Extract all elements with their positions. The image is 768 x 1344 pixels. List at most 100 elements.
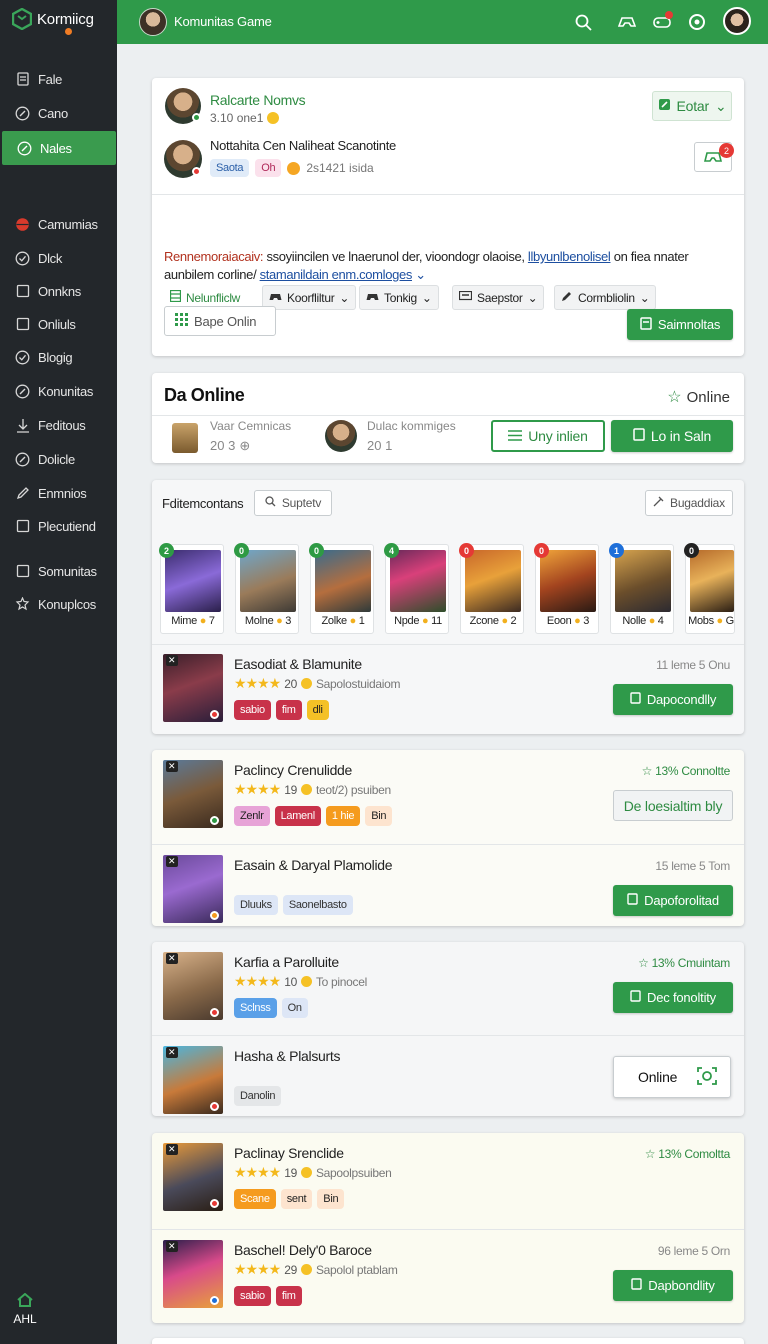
sidebar-item[interactable]: Cano [0,96,117,130]
game-tile[interactable]: 0 Zolke ● 1 [309,543,374,634]
game-row[interactable]: ✕ Karfia a Parolluite ★★★★ 10 To pinocel Scln… [152,942,744,1034]
sidebar-item[interactable]: Enmnios [0,476,117,510]
game-tag[interactable]: Scane [234,1189,276,1209]
filter-chip[interactable]: Cormbliolin ⌄ [554,285,657,310]
sidebar-item[interactable]: Konuplcos [0,587,117,621]
game-row[interactable]: ✕ Easodiat & Blamunite ★★★★ 20 Sapolostuidai… [152,644,744,734]
filter-button[interactable]: Bugaddiax [645,490,733,516]
sidebar-footer[interactable]: AHL [12,1292,38,1326]
game-tile[interactable]: 2 Mime ● 7 [159,543,224,634]
game-action-button[interactable]: Dec fonoltity [613,982,733,1013]
game-tag[interactable]: 1 hie [325,806,361,826]
sidebar-item[interactable]: Dolicle [0,442,117,476]
game-tile[interactable]: 4 Npde ● 11 [384,543,449,634]
game-title[interactable]: Paclinay Srenclide [234,1145,344,1161]
chevron-down-icon[interactable]: ⌄ [412,267,426,282]
game-tag[interactable]: fim [275,700,302,720]
post-tag[interactable]: Oh [255,159,282,177]
sidebar-item[interactable]: Fale [0,62,117,96]
game-title[interactable]: Hasha & Plalsurts [234,1048,340,1064]
game-tile[interactable]: 1 Nolle ● 4 [609,543,674,634]
post-tag[interactable]: Saota [210,159,250,177]
filter-chip[interactable]: Saepstor ⌄ [452,285,545,310]
close-icon[interactable]: ✕ [166,1241,178,1252]
game-row[interactable]: ✕ Hasha & Plalsurts Danolin Online [152,1036,744,1116]
sidebar-item[interactable]: Plecutiend [0,509,117,543]
game-subtitle: Sapoolpsuiben [315,1165,392,1180]
game-row[interactable]: ✕ Easain & Daryal Plamolide Dluuks Saonelba… [152,845,744,926]
game-tile[interactable]: 0 Molne ● 3 [234,543,299,634]
close-icon[interactable]: ✕ [166,761,178,772]
game-action-button[interactable]: Dapocondlly [613,684,733,715]
grid-icon [169,289,182,305]
user-avatar[interactable] [325,420,357,452]
game-tag[interactable]: fim [275,1286,302,1306]
close-icon[interactable]: ✕ [166,655,178,666]
sidebar: Kormiicg Fale Cano Nales Camumias Dlck Onnkns… [0,0,117,1344]
game-action-button[interactable]: Dapoforolitad [613,885,733,916]
game-tag[interactable]: Danolin [234,1086,282,1106]
game-action-button[interactable]: De loesialtim bly [613,790,733,821]
login-button[interactable]: Lo in Saln [611,420,733,452]
sidebar-item[interactable]: Feditous [0,408,117,442]
game-title[interactable]: Easain & Daryal Plamolide [234,857,393,873]
close-icon[interactable]: ✕ [166,1144,178,1155]
sidebar-item[interactable]: Dlck [0,241,117,275]
game-row[interactable]: ✕ Paclincy Crenulidde ★★★★ 19 teot/2) psuibe… [152,750,744,842]
game-tile[interactable]: 0 Mobs ● G [684,543,735,634]
close-icon[interactable]: ✕ [166,1047,178,1058]
filter-chip[interactable]: Tonkig ⌄ [359,285,439,310]
user-label: Vaar Cemnicas [210,419,292,433]
app-logo[interactable]: Kormiicg [12,8,94,30]
sidebar-item[interactable]: Onliuls [0,307,117,341]
game-row-card: ✕ Paclincy Crenulidde ★★★★ 19 teot/2) psuibe… [152,750,744,926]
game-tag[interactable]: sabio [234,700,271,720]
game-tag[interactable]: Saonelbasto [282,895,353,915]
game-row[interactable]: ✕ Paclinay Srenclide ★★★★ 19 Sapoolpsuiben Sc… [152,1133,744,1225]
game-action-button[interactable]: Dapbondlity [613,1270,733,1301]
game-avatar[interactable] [139,8,167,36]
user-avatar[interactable] [172,423,198,453]
game-title[interactable]: Paclincy Crenulidde [234,762,352,778]
game-tag[interactable]: Zenlr [234,806,270,826]
game-tag[interactable]: Lamenl [274,806,321,826]
game-title[interactable]: Karfia a Parolluite [234,954,339,970]
game-title[interactable]: Baschel! Dely'0 Baroce [234,1242,372,1258]
search-icon[interactable] [573,12,593,32]
game-tile[interactable]: 0 Zcone ● 2 [459,543,524,634]
game-tag[interactable]: Dluuks [234,895,278,915]
game-row[interactable]: ✕ Baschel! Dely'0 Baroce ★★★★ 29 Sapolol pta… [152,1230,744,1322]
edit-button[interactable]: Eotar ⌄ [652,91,732,121]
game-tag[interactable]: Bin [317,1189,345,1209]
sidebar-item[interactable]: Konunitas [0,374,117,408]
sidebar-item[interactable]: Blogig [0,340,117,374]
badge-online-button[interactable]: Bape Onlin [164,306,276,336]
gamepad-icon[interactable] [617,12,637,32]
game-tag[interactable]: sabio [234,1286,271,1306]
game-rank-badge: 0 [534,543,549,558]
game-tile[interactable]: 0 Eoon ● 3 [534,543,599,634]
save-button[interactable]: Saimnoltas [627,309,733,340]
game-tag[interactable]: Bin [365,806,393,826]
filter-chip[interactable]: Koorfliltur ⌄ [262,285,357,310]
game-tag[interactable]: sent [280,1189,313,1209]
online-button[interactable]: Online [613,1056,731,1098]
user-avatar[interactable] [723,7,751,35]
settings-icon[interactable] [687,12,707,32]
description-link[interactable]: stamanildain enm.comloges [260,267,413,282]
sidebar-item[interactable]: Somunitas [0,554,117,588]
close-icon[interactable]: ✕ [166,953,178,964]
filter-chip-label: Cormbliolin [578,290,635,305]
game-tag[interactable]: Sclnss [234,998,277,1018]
online-list-button[interactable]: Uny inlien [491,420,605,452]
search-input[interactable]: Suptetv [254,490,332,516]
close-icon[interactable]: ✕ [166,856,178,867]
sidebar-item[interactable]: Camumias [0,207,117,241]
game-tag[interactable]: On [281,998,308,1018]
sidebar-item[interactable]: Onnkns [0,274,117,308]
sidebar-item[interactable]: Nales [2,131,116,165]
game-title[interactable]: Easodiat & Blamunite [234,656,362,672]
profile-name[interactable]: Ralcarte Nomvs [210,92,306,108]
game-tag[interactable]: dli [306,700,329,720]
description-link[interactable]: llbyunlbenolisel [528,249,611,264]
